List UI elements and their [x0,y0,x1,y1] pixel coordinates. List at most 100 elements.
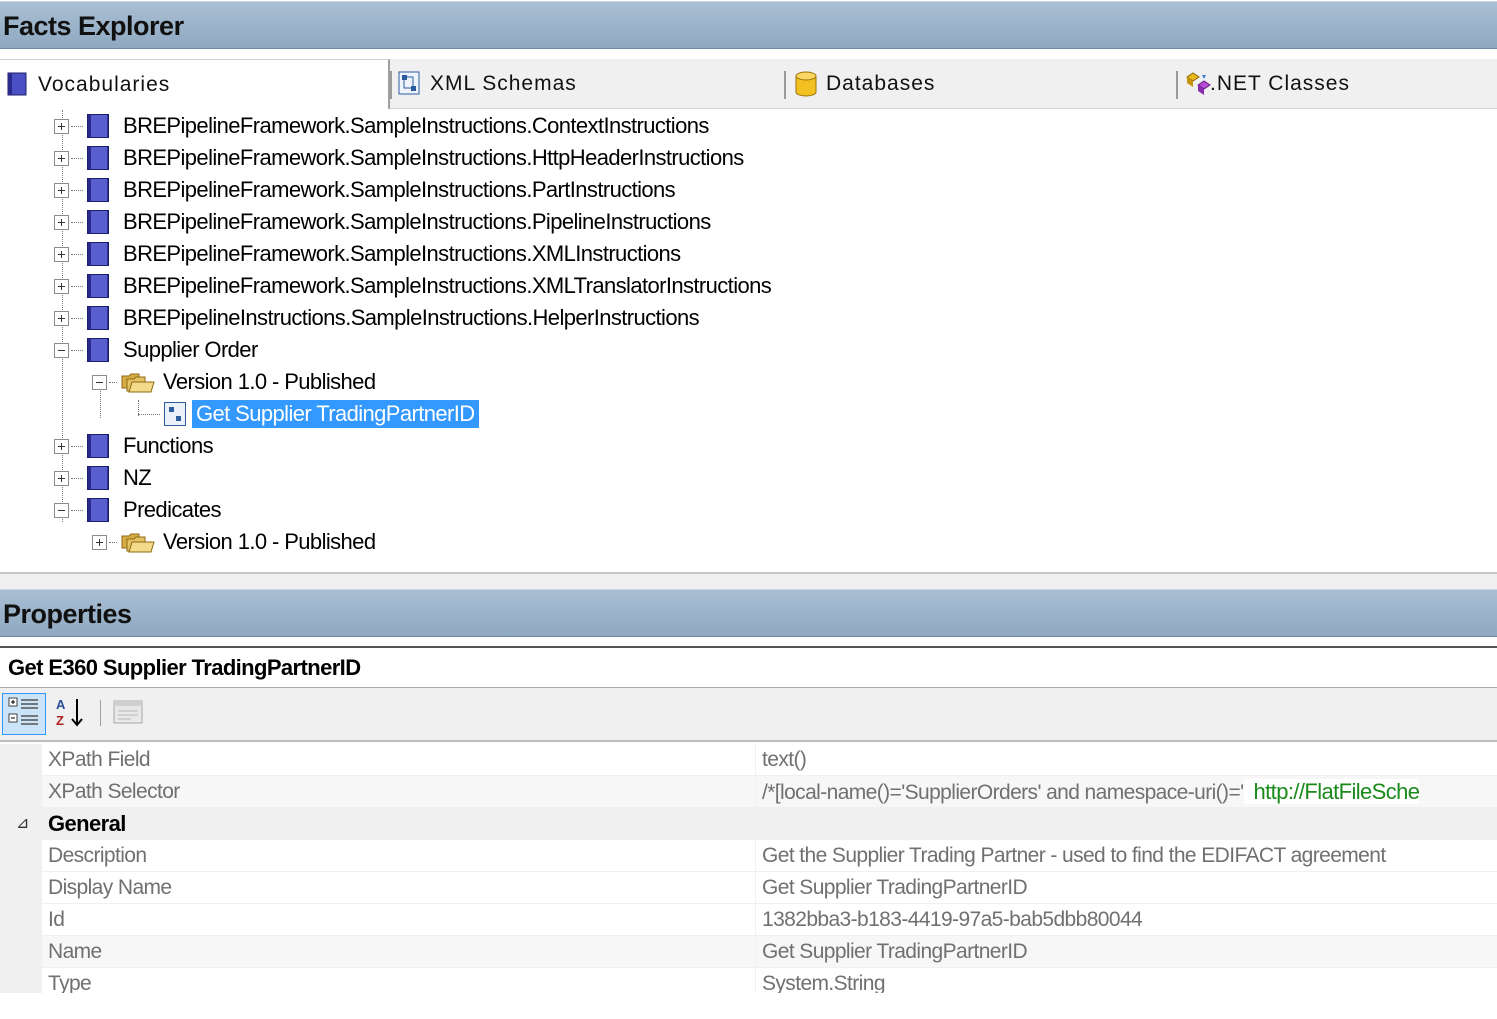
property-value[interactable]: /*[local-name()='SupplierOrders' and nam… [756,776,1497,808]
tree-node-label: BREPipelineFramework.SampleInstructions.… [123,209,711,234]
collapse-triangle-icon[interactable]: ⊿ [16,808,29,840]
property-pages-button[interactable] [108,693,148,735]
property-value[interactable]: Get the Supplier Trading Partner - used … [756,840,1497,872]
expand-icon[interactable] [92,534,107,550]
tree-node-version[interactable]: Version 1.0 - Published [92,526,376,558]
tree-node-vocabulary[interactable]: Supplier Order [54,334,258,366]
expand-icon[interactable] [54,310,69,326]
property-pages-icon [111,695,145,734]
property-name: Display Name [42,872,756,904]
tree-node-vocabulary[interactable]: BREPipelineFramework.SampleInstructions.… [54,110,709,142]
tree-node-vocabulary[interactable]: BREPipelineFramework.SampleInstructions.… [54,174,676,206]
property-row[interactable]: XPath Selector /*[local-name()='Supplier… [0,776,1497,808]
property-name: Name [42,936,756,968]
tab-label: Databases [826,72,936,95]
expand-icon[interactable] [54,182,69,198]
tree-node-vocabulary[interactable]: NZ [54,462,152,494]
vocabulary-book-icon [87,498,109,522]
tree-node-label: NZ [123,465,152,490]
tab-divider [784,71,786,99]
tree-node-label: Functions [123,433,214,458]
expand-icon[interactable] [54,246,69,262]
property-row[interactable]: Id 1382bba3-b183-4419-97a5-bab5dbb80044 [0,904,1497,936]
tree-node-label: BREPipelineInstructions.SampleInstructio… [123,305,700,330]
tab-label: XML Schemas [430,72,577,95]
expand-icon[interactable] [54,438,69,454]
tree-node-label: BREPipelineFramework.SampleInstructions.… [123,273,772,298]
svg-text:Z: Z [56,713,64,728]
collapse-icon[interactable] [92,374,107,390]
category-general[interactable]: ⊿ General [0,808,1497,840]
vocabulary-book-icon [87,338,109,362]
tree-node-label: Get Supplier TradingPartnerID [192,400,479,428]
categorized-button[interactable] [2,693,46,735]
tree-node-vocabulary[interactable]: BREPipelineFramework.SampleInstructions.… [54,238,681,270]
tab-divider [1176,71,1178,99]
tree-node-vocabulary[interactable]: Functions [54,430,214,462]
property-value[interactable]: Get Supplier TradingPartnerID [756,872,1497,904]
tree-node-definition[interactable]: Get Supplier TradingPartnerID [138,398,479,430]
property-name: XPath Selector [42,776,756,808]
namespace-uri-value: http://FlatFileSche [1243,779,1420,804]
tab-dotnet-classes[interactable]: .NET Classes [1184,59,1484,109]
property-name: Type [42,968,756,993]
tab-xml-schemas[interactable]: XML Schemas [398,59,778,109]
tree-node-vocabulary[interactable]: BREPipelineFramework.SampleInstructions.… [54,206,711,238]
vocabulary-book-icon [87,274,109,298]
vocabulary-tree[interactable]: BREPipelineFramework.SampleInstructions.… [0,110,1497,570]
sort-alphabetical-icon: AZ [53,695,87,734]
tab-divider [390,71,392,99]
selected-object-name: Get E360 Supplier TradingPartnerID [0,646,1497,688]
properties-title: Properties [0,589,1497,637]
vocabulary-book-icon [87,114,109,138]
property-row[interactable]: Display Name Get Supplier TradingPartner… [0,872,1497,904]
database-cylinder-icon [794,71,818,97]
property-row[interactable]: Name Get Supplier TradingPartnerID [0,936,1497,968]
tab-vocabularies[interactable]: Vocabularies [0,59,390,109]
tree-node-vocabulary[interactable]: Predicates [54,494,222,526]
property-row[interactable]: Description Get the Supplier Trading Par… [0,840,1497,872]
svg-text:A: A [56,697,66,712]
property-value[interactable]: System.String [756,968,1497,993]
tab-databases[interactable]: Databases [794,59,1174,109]
property-row[interactable]: XPath Field text() [0,744,1497,776]
property-grid[interactable]: XPath Field text() XPath Selector /*[loc… [0,743,1497,993]
expand-icon[interactable] [54,214,69,230]
property-value[interactable]: text() [756,744,1497,776]
vocabulary-book-icon [6,72,30,98]
dotnet-classes-icon [1184,71,1211,97]
expand-icon[interactable] [54,150,69,166]
category-name: General [48,811,126,836]
property-row[interactable]: Type System.String [0,968,1497,993]
expand-icon[interactable] [54,470,69,486]
collapse-icon[interactable] [54,342,69,358]
property-value[interactable]: Get Supplier TradingPartnerID [756,936,1497,968]
vocabulary-book-icon [87,466,109,490]
tree-node-vocabulary[interactable]: BREPipelineFramework.SampleInstructions.… [54,270,772,302]
facts-explorer-tabs: Vocabularies XML Schemas Databases .NET … [0,59,1497,109]
expand-icon[interactable] [54,118,69,134]
vocabulary-book-icon [87,178,109,202]
property-value-text: /*[local-name()='SupplierOrders' and nam… [762,781,1244,804]
vocabulary-book-icon [87,146,109,170]
version-folder-icon [121,371,155,393]
tab-label: .NET Classes [1210,72,1350,95]
tree-node-label: Version 1.0 - Published [163,369,376,394]
property-value[interactable]: 1382bba3-b183-4419-97a5-bab5dbb80044 [756,904,1497,936]
expand-icon[interactable] [54,278,69,294]
property-name: Id [42,904,756,936]
tree-node-label: BREPipelineFramework.SampleInstructions.… [123,113,709,138]
tree-node-vocabulary[interactable]: BREPipelineInstructions.SampleInstructio… [54,302,700,334]
xml-schema-icon [164,402,186,426]
tree-node-version[interactable]: Version 1.0 - Published [92,366,376,398]
panel-splitter[interactable] [0,572,1497,589]
bottom-margin [0,993,1497,1019]
alphabetical-button[interactable]: AZ [50,693,90,735]
collapse-icon[interactable] [54,502,69,518]
vocabulary-book-icon [87,434,109,458]
tree-node-label: Supplier Order [123,337,258,362]
tree-node-vocabulary[interactable]: BREPipelineFramework.SampleInstructions.… [54,142,744,174]
tree-node-label: Version 1.0 - Published [163,529,376,554]
tab-label: Vocabularies [38,72,171,96]
property-name: XPath Field [42,744,756,776]
